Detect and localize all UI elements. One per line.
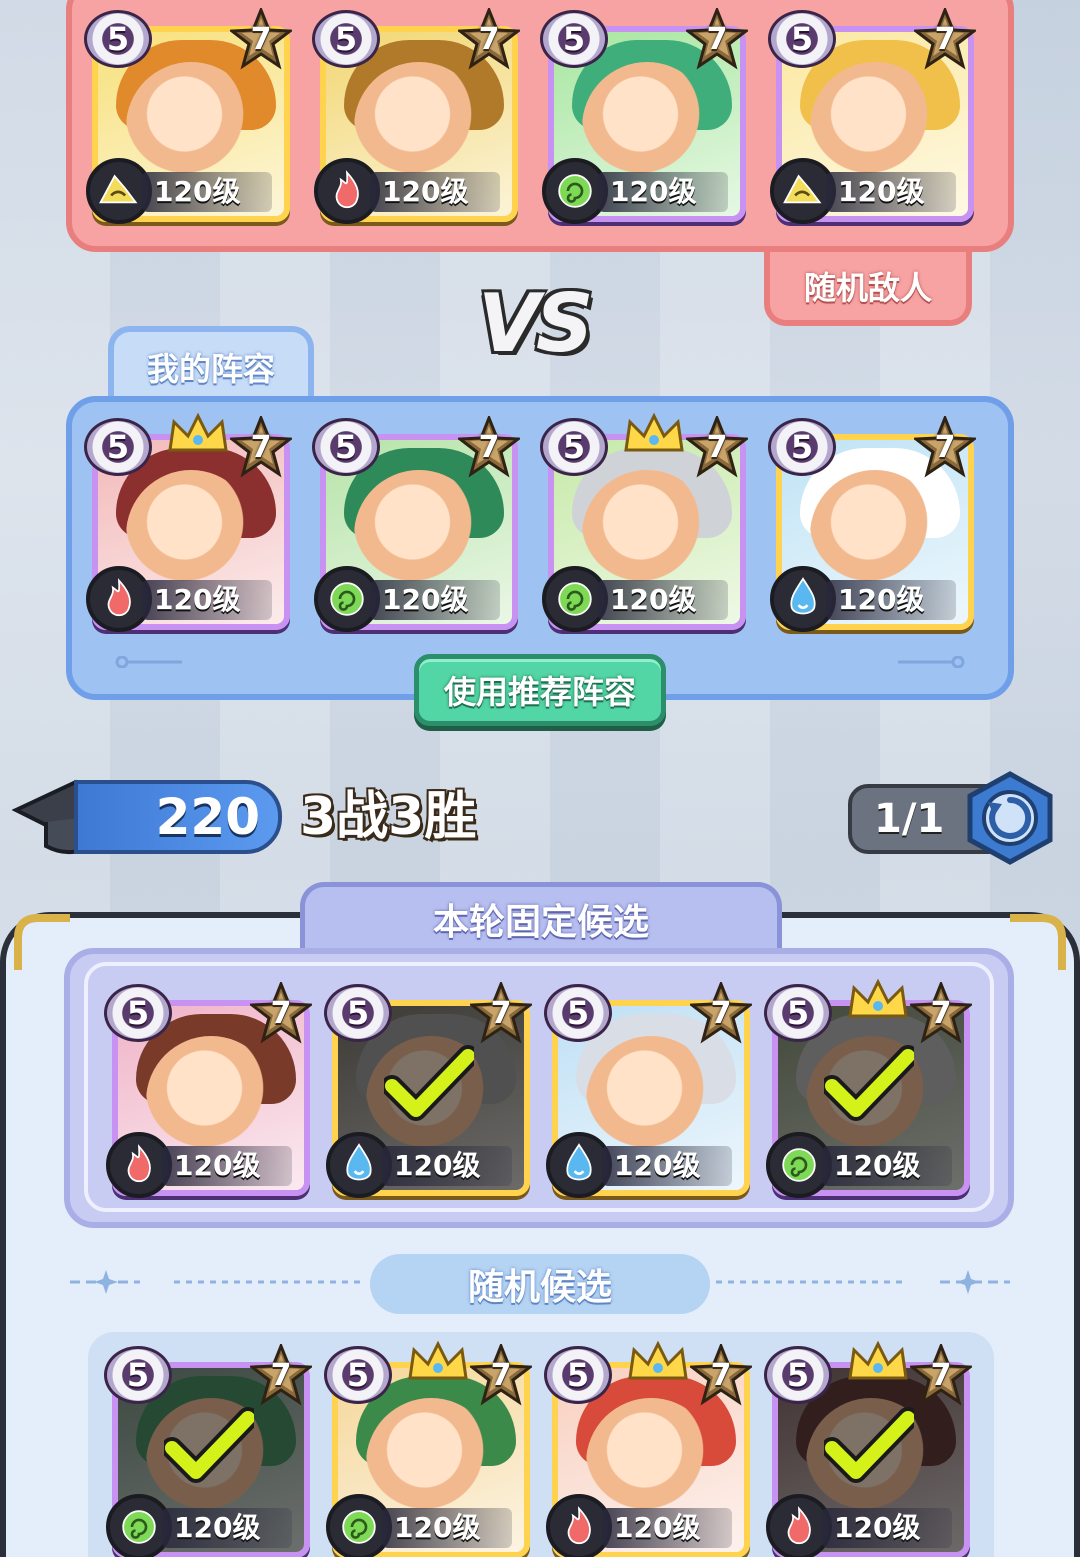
star-level-badge: 5 [764,984,832,1042]
use-recommended-lineup-button[interactable]: 使用推荐阵容 [414,654,666,726]
fixed-candidates-tab: 本轮固定候选 [300,882,782,950]
hero-card[interactable]: 5 7 120级 [540,8,752,224]
selected-check-icon [824,1407,914,1483]
hero-card[interactable]: 5 7 120级 [104,1344,316,1557]
crown-icon [624,412,684,452]
crown-icon [408,1340,468,1380]
hero-level: 120级 [142,172,272,212]
star-level-badge: 5 [104,984,172,1042]
star-level-badge: 5 [768,418,836,476]
hero-card[interactable]: 5 7 120级 [324,1340,536,1557]
rank-star-icon: 7 [230,416,292,478]
star-level-badge: 5 [544,984,612,1042]
star-level-badge: 5 [324,1346,392,1404]
hero-card[interactable]: 5 7 120级 [312,8,524,224]
hero-card[interactable]: 5 7 120级 [768,416,980,632]
hero-level: 120级 [598,172,728,212]
hero-card[interactable]: 5 7 120级 [768,8,980,224]
hero-level: 120级 [162,1146,292,1186]
star-level-badge: 5 [764,1346,832,1404]
rank-star-icon: 7 [250,982,312,1044]
rank-star-icon: 7 [690,982,752,1044]
hero-level: 120级 [826,172,956,212]
my-lineup-tab: 我的阵容 [108,326,314,402]
selected-check-icon [384,1045,474,1121]
star-level-badge: 5 [768,10,836,68]
rank-star-icon: 7 [914,416,976,478]
corner-ornament-left-icon [14,914,70,970]
hero-card[interactable]: 5 7 120级 [84,412,296,632]
selected-check-icon [824,1045,914,1121]
refresh-icon[interactable] [962,770,1058,866]
panel-deco-left-icon [115,656,182,668]
star-level-badge: 5 [540,10,608,68]
hero-card[interactable]: 5 7 120级 [104,982,316,1198]
hero-card[interactable]: 5 7 120级 [764,978,976,1198]
hero-level: 120级 [602,1508,732,1548]
hero-card[interactable]: 5 7 120级 [540,412,752,632]
score-value: 220 [74,780,282,854]
crown-icon [848,1340,908,1380]
star-level-badge: 5 [540,418,608,476]
rank-star-icon: 7 [458,416,520,478]
star-level-badge: 5 [84,10,152,68]
hero-card[interactable]: 5 7 120级 [312,416,524,632]
star-level-badge: 5 [84,418,152,476]
rank-star-icon: 7 [686,8,748,70]
rank-star-icon: 7 [686,416,748,478]
star-level-badge: 5 [312,418,380,476]
panel-deco-right-icon [898,656,965,668]
hero-level: 120级 [382,1508,512,1548]
hero-level: 120级 [142,580,272,620]
star-level-badge: 5 [104,1346,172,1404]
rank-star-icon: 7 [250,1344,312,1406]
hero-card[interactable]: 5 7 120级 [764,1340,976,1557]
hero-card[interactable]: 5 7 120级 [324,982,536,1198]
rank-star-icon: 7 [470,1344,532,1406]
hero-level: 120级 [162,1508,292,1548]
star-level-badge: 5 [544,1346,612,1404]
battle-record: 3战3胜 [300,787,477,847]
random-enemy-tag[interactable]: 随机敌人 [764,252,972,326]
rank-star-icon: 7 [230,8,292,70]
random-candidates-tab: 随机候选 [370,1254,710,1314]
hero-card[interactable]: 5 7 120级 [544,982,756,1198]
hero-level: 120级 [602,1146,732,1186]
hero-card[interactable]: 5 7 120级 [84,8,296,224]
star-level-badge: 5 [312,10,380,68]
rank-star-icon: 7 [910,1344,972,1406]
crown-icon [168,412,228,452]
hero-level: 120级 [598,580,728,620]
hero-card[interactable]: 5 7 120级 [544,1340,756,1557]
hero-level: 120级 [822,1508,952,1548]
hero-level: 120级 [826,580,956,620]
selected-check-icon [164,1407,254,1483]
star-level-badge: 5 [324,984,392,1042]
crown-icon [628,1340,688,1380]
rank-star-icon: 7 [458,8,520,70]
vs-label: VS [478,277,594,370]
rank-star-icon: 7 [914,8,976,70]
hero-level: 120级 [382,1146,512,1186]
rank-star-icon: 7 [690,1344,752,1406]
corner-ornament-right-icon [1010,914,1066,970]
hero-level: 120级 [370,580,500,620]
hero-level: 120级 [370,172,500,212]
crown-icon [848,978,908,1018]
hero-level: 120级 [822,1146,952,1186]
rank-star-icon: 7 [910,982,972,1044]
rank-star-icon: 7 [470,982,532,1044]
